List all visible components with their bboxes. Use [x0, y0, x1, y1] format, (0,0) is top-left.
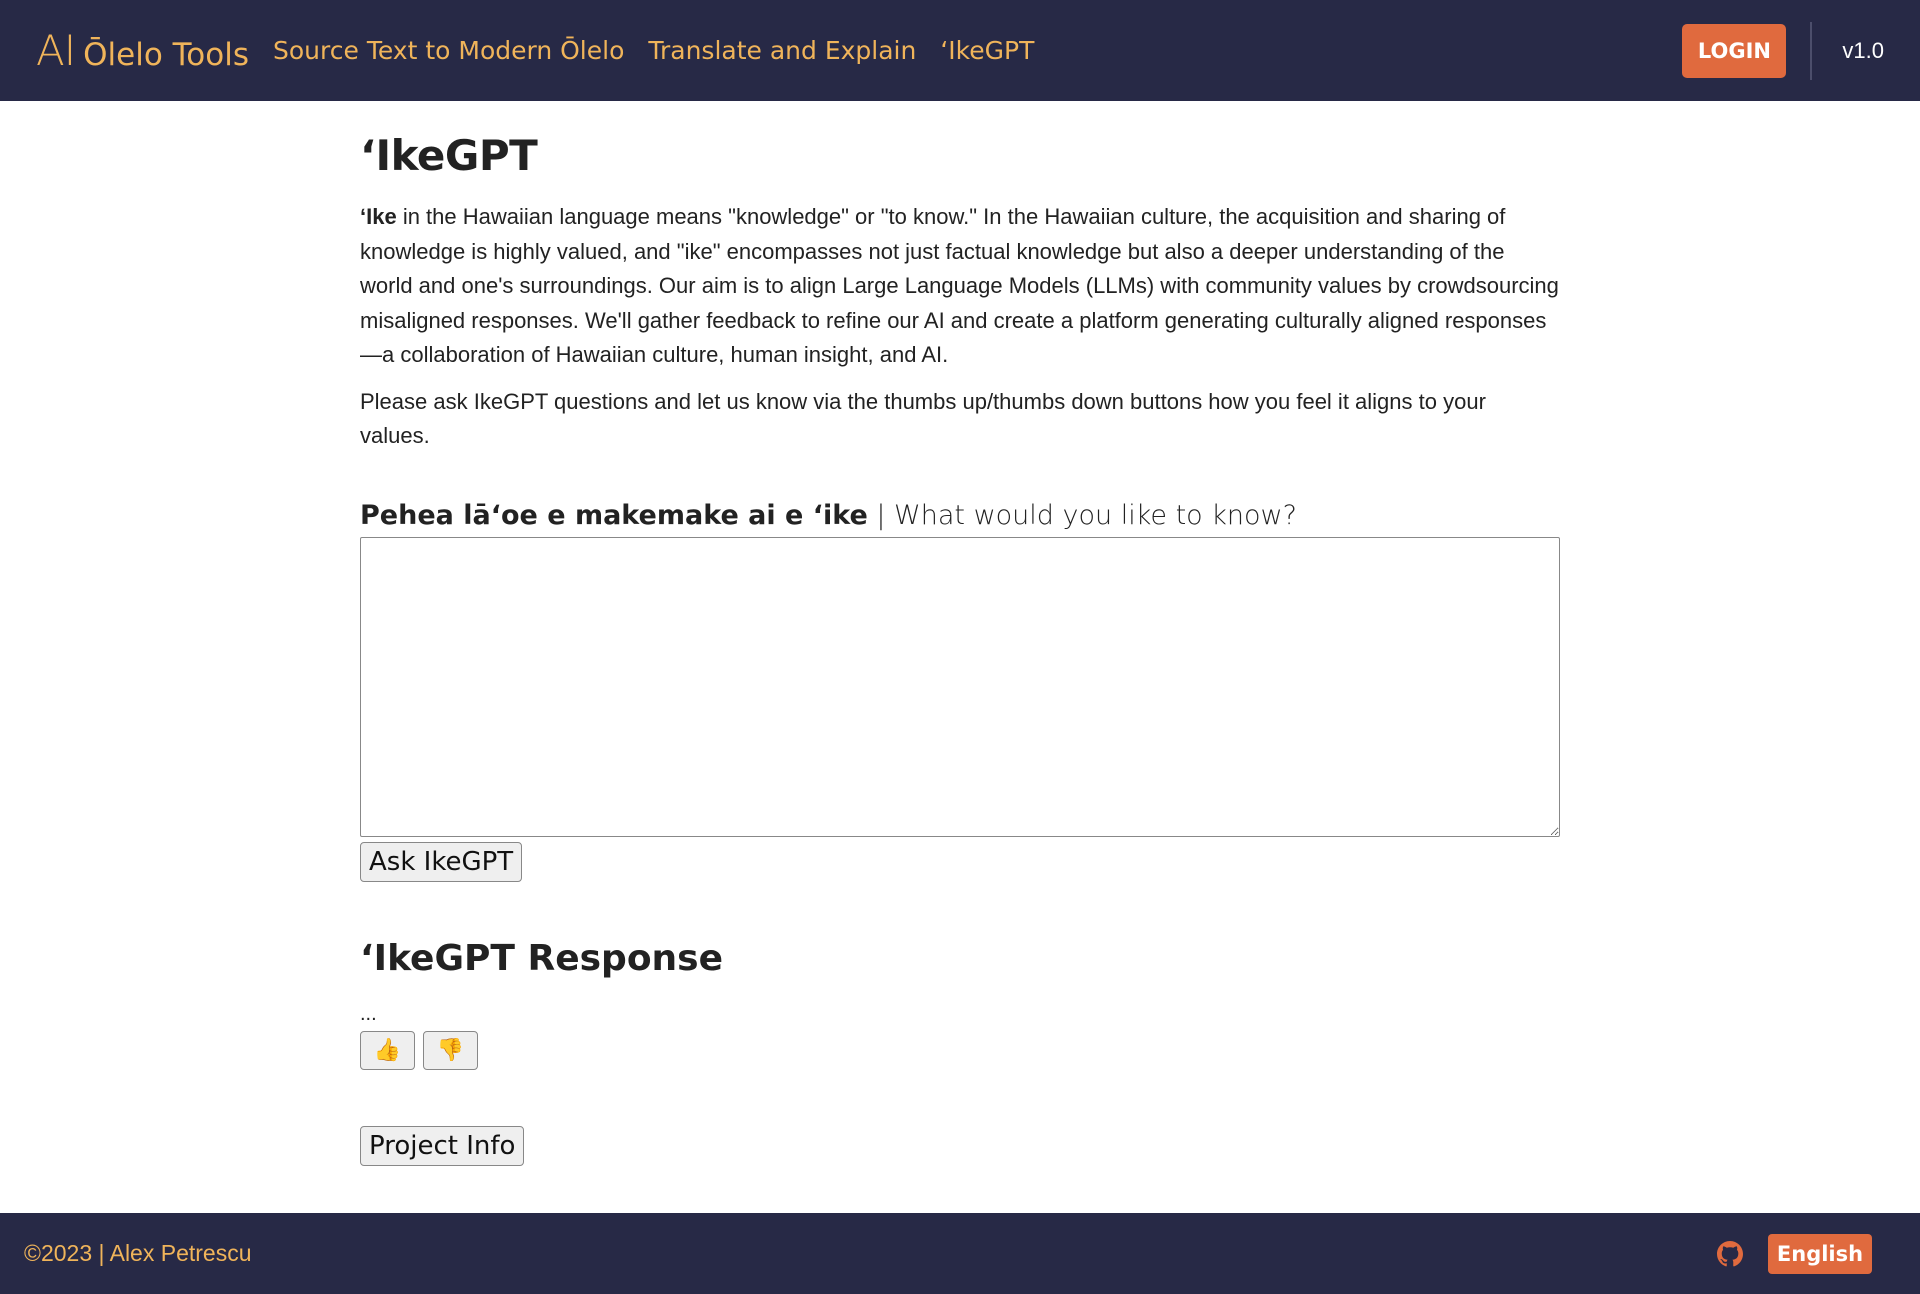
- question-label: Pehea lāʻoe e makemake ai e ʻike | What …: [360, 500, 1560, 531]
- github-link[interactable]: [1716, 1240, 1744, 1268]
- brand-name: Ōlelo Tools: [83, 37, 250, 73]
- header-divider: [1810, 21, 1813, 80]
- top-navbar: AI Ōlelo Tools Source Text to Modern Ōle…: [0, 0, 1920, 101]
- footer: ©2023 | Alex Petrescu English: [0, 1213, 1920, 1294]
- response-title: ʻIkeGPT Response: [360, 937, 724, 979]
- thumbs-up-icon: 👍: [373, 1037, 402, 1062]
- nav-link-translate-explain[interactable]: Translate and Explain: [648, 36, 916, 65]
- question-textarea[interactable]: [360, 536, 1560, 837]
- thumbs-down-icon: 👎: [436, 1037, 465, 1062]
- intro-term: ʻIke: [360, 204, 397, 229]
- feedback-buttons: 👍 👎: [360, 1030, 1560, 1070]
- nav-link-source-text[interactable]: Source Text to Modern Ōlelo: [273, 36, 624, 65]
- copyright-text: ©2023 | Alex Petrescu: [24, 1240, 252, 1266]
- question-label-hawaiian: Pehea lāʻoe e makemake ai e ʻike: [360, 499, 868, 531]
- nav-link-ikegpt[interactable]: ʻIkeGPT: [940, 36, 1034, 65]
- footer-actions: English: [1716, 1233, 1872, 1274]
- intro-text: in the Hawaiian language means "knowledg…: [360, 204, 1559, 367]
- instructions-paragraph: Please ask IkeGPT questions and let us k…: [360, 388, 1486, 449]
- page-title: ʻIkeGPT: [360, 131, 538, 180]
- language-toggle-button[interactable]: English: [1768, 1233, 1872, 1274]
- brand-logo-link[interactable]: AI Ōlelo Tools: [36, 26, 249, 75]
- ask-ikegpt-button[interactable]: Ask IkeGPT: [360, 841, 523, 882]
- thumbs-up-button[interactable]: 👍: [360, 1030, 415, 1070]
- response-text: ...: [360, 1002, 377, 1025]
- thumbs-down-button[interactable]: 👎: [423, 1030, 478, 1070]
- brand-ai-mark: AI: [36, 26, 76, 75]
- github-icon: [1717, 1240, 1743, 1266]
- header-actions: LOGIN v1.0: [1682, 0, 1920, 101]
- question-label-english: | What would you like to know?: [867, 499, 1297, 531]
- version-label: v1.0: [1842, 37, 1884, 63]
- login-button[interactable]: LOGIN: [1682, 23, 1787, 78]
- main-nav: Source Text to Modern Ōlelo Translate an…: [273, 36, 1034, 65]
- project-info-button[interactable]: Project Info: [360, 1125, 525, 1166]
- intro-paragraph: ʻIke in the Hawaiian language means "kno…: [360, 200, 1560, 373]
- main-content: ʻIkeGPT ʻIke in the Hawaiian language me…: [360, 101, 1560, 1166]
